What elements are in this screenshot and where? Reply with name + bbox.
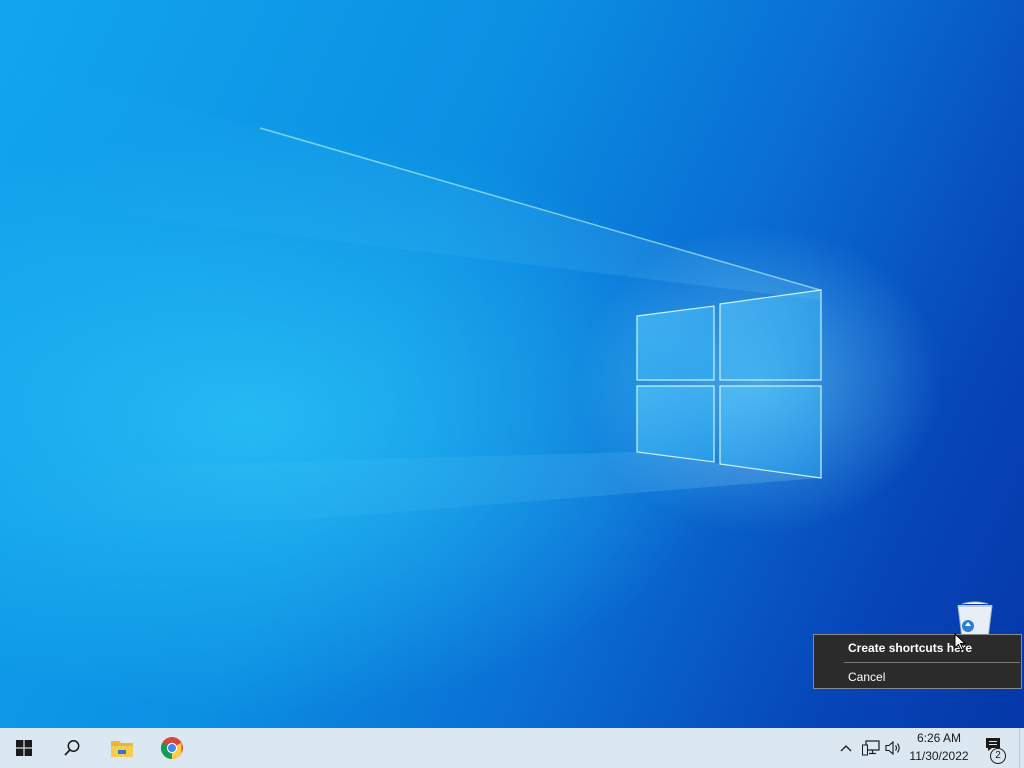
volume-icon bbox=[885, 740, 900, 756]
network-icon bbox=[862, 740, 880, 756]
search-button[interactable] bbox=[48, 728, 96, 768]
show-desktop-divider bbox=[1019, 728, 1020, 768]
desktop[interactable]: Create shortcuts here Cancel bbox=[0, 0, 1024, 728]
menu-separator bbox=[844, 662, 1020, 663]
menu-item-cancel[interactable]: Cancel bbox=[815, 665, 1020, 689]
clock-date: 11/30/2022 bbox=[909, 749, 969, 763]
windows-logo-wallpaper bbox=[636, 289, 822, 479]
mouse-pointer-icon bbox=[954, 633, 966, 651]
notification-count-badge: 2 bbox=[990, 748, 1006, 764]
context-menu: Create shortcuts here Cancel bbox=[813, 634, 1022, 689]
wallpaper-light-beam bbox=[0, 60, 821, 520]
taskbar: 6:26 AM 11/30/2022 2 bbox=[0, 728, 1024, 768]
file-explorer-button[interactable] bbox=[98, 728, 146, 768]
search-icon bbox=[64, 740, 80, 756]
chrome-icon bbox=[161, 737, 183, 759]
show-hidden-icons-button[interactable] bbox=[836, 728, 856, 768]
clock[interactable]: 6:26 AM 11/30/2022 bbox=[903, 728, 975, 768]
menu-item-create-shortcuts[interactable]: Create shortcuts here bbox=[815, 636, 1020, 660]
chevron-up-icon bbox=[840, 745, 852, 752]
volume-button[interactable] bbox=[883, 728, 905, 768]
start-button[interactable] bbox=[0, 728, 48, 768]
network-button[interactable] bbox=[860, 728, 882, 768]
folder-icon bbox=[111, 741, 133, 757]
chrome-button[interactable] bbox=[148, 728, 196, 768]
windows-logo-icon bbox=[16, 740, 32, 756]
clock-time: 6:26 AM bbox=[916, 731, 962, 745]
